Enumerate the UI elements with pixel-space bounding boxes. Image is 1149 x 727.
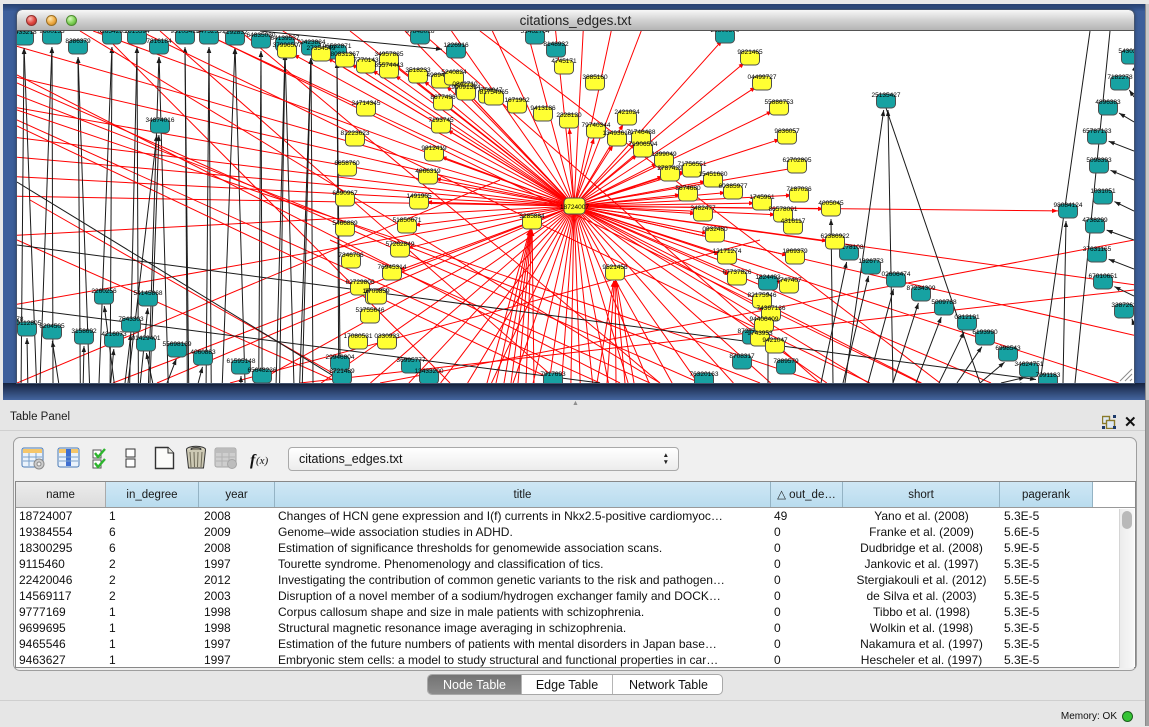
- svg-text:(x): (x): [256, 455, 269, 467]
